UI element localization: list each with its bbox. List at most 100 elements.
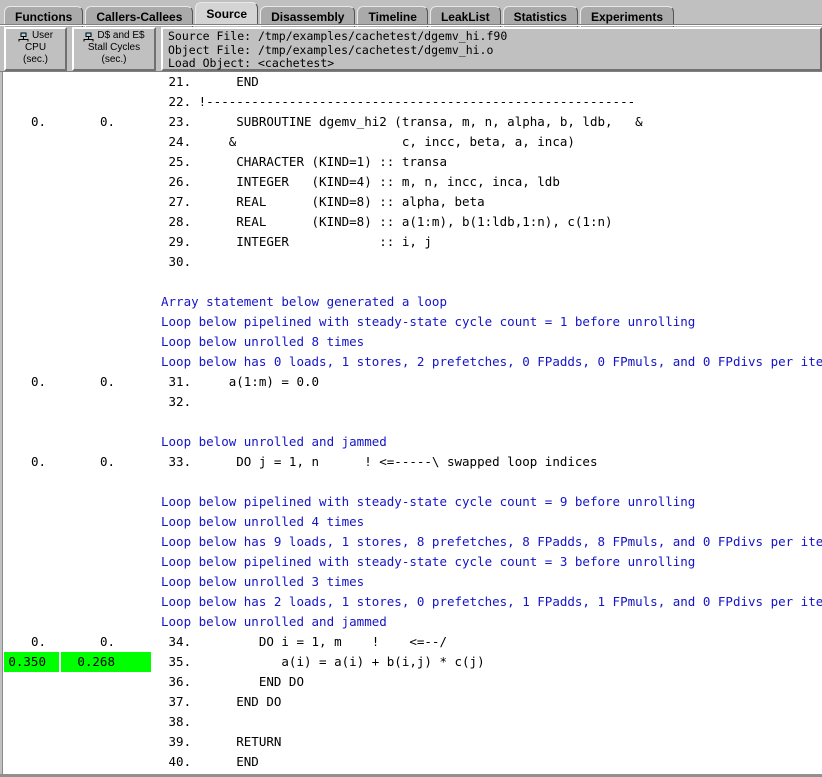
metric-stall-cycles-value — [61, 192, 151, 212]
tab-source[interactable]: Source — [195, 2, 259, 25]
compiler-annotation-row[interactable]: Array statement below generated a loop — [0, 292, 822, 312]
compiler-annotation-row[interactable]: Loop below has 2 loads, 1 stores, 0 pref… — [0, 592, 822, 612]
metric-column-user-cpu[interactable]: User CPU (sec.) — [4, 27, 67, 71]
source-line-row[interactable]: 39. RETURN — [0, 732, 822, 752]
object-file-line: Object File: /tmp/examples/cachetest/dge… — [168, 42, 494, 57]
source-line-row[interactable]: 0. 0. 23. SUBROUTINE dgemv_hi2 (transa, m… — [0, 112, 822, 132]
source-blank-row — [0, 472, 822, 492]
metric-user-cpu-value: 0.350 — [4, 652, 59, 672]
tab-bar-divider — [0, 24, 822, 26]
compiler-annotation-text: Loop below has 0 loads, 1 stores, 2 pref… — [161, 354, 822, 369]
source-line-text: 34. DO i = 1, m ! <=--/ — [161, 634, 447, 649]
metric-column-stall-cycles[interactable]: D$ and E$ Stall Cycles (sec.) — [72, 27, 156, 71]
metric-user-cpu-value — [4, 252, 59, 272]
compiler-annotation-row[interactable]: Loop below unrolled and jammed — [0, 612, 822, 632]
metric-user-cpu-value — [4, 192, 59, 212]
metric-user-cpu-value: 0. — [30, 634, 46, 649]
source-line-text: 28. REAL (KIND=8) :: a(1:m), b(1:ldb,1:n… — [161, 214, 613, 229]
file-info-panel: Source File: /tmp/examples/cachetest/dge… — [161, 27, 822, 71]
source-line-text: 24. & c, incc, beta, a, inca) — [161, 134, 575, 149]
metric-stall-cycles-value — [61, 692, 151, 712]
source-line-text: 25. CHARACTER (KIND=1) :: transa — [161, 154, 447, 169]
compiler-annotation-text: Loop below pipelined with steady-state c… — [161, 314, 696, 329]
source-line-row[interactable]: 26. INTEGER (KIND=4) :: m, n, incc, inca… — [0, 172, 822, 192]
compiler-annotation-row[interactable]: Loop below unrolled 3 times — [0, 572, 822, 592]
metric-user-cpu-value: 0. — [30, 114, 46, 129]
source-line-row[interactable]: 32. — [0, 392, 822, 412]
source-line-row[interactable]: 0.350 0.268 35. a(i) = a(i) + b(i,j) * c(… — [0, 652, 822, 672]
metric-user-cpu-value — [4, 152, 59, 172]
metric-user-cpu-value — [4, 72, 59, 92]
metric-stall-cycles-value: 0. — [99, 634, 115, 649]
metric-user-cpu-value — [4, 172, 59, 192]
source-line-row[interactable]: 25. CHARACTER (KIND=1) :: transa — [0, 152, 822, 172]
metric-user-cpu-value — [4, 232, 59, 252]
compiler-annotation-text: Loop below has 9 loads, 1 stores, 8 pref… — [161, 534, 822, 549]
metric-stall-cycles-value — [61, 72, 151, 92]
source-line-row[interactable]: 36. END DO — [0, 672, 822, 692]
compiler-annotation-text: Loop below unrolled and jammed — [161, 434, 387, 449]
source-line-text: 35. a(i) = a(i) + b(i,j) * c(j) — [161, 654, 485, 669]
metric-user-cpu-value — [4, 212, 59, 232]
compiler-annotation-row[interactable]: Loop below pipelined with steady-state c… — [0, 492, 822, 512]
source-code-pane[interactable]: 21. END 22. !---------------------------… — [0, 71, 822, 777]
metric-stall-cycles-value: 0. — [99, 374, 115, 389]
source-line-row[interactable]: 40. END — [0, 752, 822, 772]
source-line-text: 30. — [161, 254, 192, 269]
metric-user-cpu-value — [4, 92, 59, 112]
metric-user-cpu-line2: CPU — [24, 42, 47, 53]
compiler-annotation-text: Loop below has 2 loads, 1 stores, 0 pref… — [161, 594, 822, 609]
compiler-annotation-row[interactable]: Loop below pipelined with steady-state c… — [0, 312, 822, 332]
compiler-annotation-row[interactable]: Loop below unrolled 4 times — [0, 512, 822, 532]
metric-stall-cycles-value — [61, 672, 151, 692]
tab-bar: Functions Callers-Callees Source Disassembl… — [0, 0, 822, 27]
source-line-row[interactable]: 27. REAL (KIND=8) :: alpha, beta — [0, 192, 822, 212]
source-line-text: 39. RETURN — [161, 734, 282, 749]
source-line-row[interactable]: 0. 0. 34. DO i = 1, m ! <=--/ — [0, 632, 822, 652]
compiler-annotation-text: Loop below pipelined with steady-state c… — [161, 494, 696, 509]
compiler-annotation-text: Loop below unrolled 3 times — [161, 574, 365, 589]
metric-user-cpu-line1: User — [31, 30, 54, 41]
metric-stall-cycles-value — [61, 132, 151, 152]
metric-user-cpu-value — [4, 132, 59, 152]
source-line-text: 38. — [161, 714, 192, 729]
compiler-annotation-text: Loop below unrolled and jammed — [161, 614, 387, 629]
source-line-row[interactable]: 28. REAL (KIND=8) :: a(1:m), b(1:ldb,1:n… — [0, 212, 822, 232]
compiler-annotation-text: Loop below unrolled 8 times — [161, 334, 365, 349]
metric-stall-cycles-value — [61, 732, 151, 752]
source-line-text: 23. SUBROUTINE dgemv_hi2 (transa, m, n, … — [161, 114, 643, 129]
metric-user-cpu-line3: (sec.) — [23, 54, 48, 65]
source-line-text: 21. END — [161, 74, 259, 89]
source-line-row[interactable]: 0. 0. 31. a(1:m) = 0.0 — [0, 372, 822, 392]
source-line-text: 31. a(1:m) = 0.0 — [161, 374, 320, 389]
analyzer-window: Functions Callers-Callees Source Disassembl… — [0, 0, 822, 777]
metric-stall-cycles-value — [61, 252, 151, 272]
source-line-row[interactable]: 0. 0. 33. DO j = 1, n ! <=-----\ swapped … — [0, 452, 822, 472]
computer-icon — [83, 32, 94, 42]
metric-stall-cycles-value — [61, 172, 151, 192]
metric-stall-cycles-value: 0. — [99, 454, 115, 469]
metric-user-cpu-value — [4, 672, 59, 692]
source-line-text: 27. REAL (KIND=8) :: alpha, beta — [161, 194, 485, 209]
source-line-row[interactable]: 22. !-----------------------------------… — [0, 92, 822, 112]
source-line-row[interactable]: 37. END DO — [0, 692, 822, 712]
source-line-text: 26. INTEGER (KIND=4) :: m, n, incc, inca… — [161, 174, 560, 189]
compiler-annotation-row[interactable]: Loop below pipelined with steady-state c… — [0, 552, 822, 572]
metric-stall-cycles-value: 0. — [99, 114, 115, 129]
metric-stall-line2: Stall Cycles — [87, 42, 141, 53]
metric-user-cpu-value — [4, 732, 59, 752]
metric-stall-line3: (sec.) — [101, 54, 127, 65]
source-line-row[interactable]: 38. — [0, 712, 822, 732]
source-line-row[interactable]: 21. END — [0, 72, 822, 92]
source-blank-row — [0, 412, 822, 432]
metric-stall-cycles-value — [61, 232, 151, 252]
source-line-text: 33. DO j = 1, n ! <=-----\ swapped loop … — [161, 454, 598, 469]
source-line-row[interactable]: 29. INTEGER :: i, j — [0, 232, 822, 252]
compiler-annotation-row[interactable]: Loop below has 0 loads, 1 stores, 2 pref… — [0, 352, 822, 372]
compiler-annotation-row[interactable]: Loop below has 9 loads, 1 stores, 8 pref… — [0, 532, 822, 552]
source-blank-row — [0, 272, 822, 292]
source-line-row[interactable]: 24. & c, incc, beta, a, inca) — [0, 132, 822, 152]
compiler-annotation-row[interactable]: Loop below unrolled and jammed — [0, 432, 822, 452]
source-line-row[interactable]: 30. — [0, 252, 822, 272]
compiler-annotation-row[interactable]: Loop below unrolled 8 times — [0, 332, 822, 352]
